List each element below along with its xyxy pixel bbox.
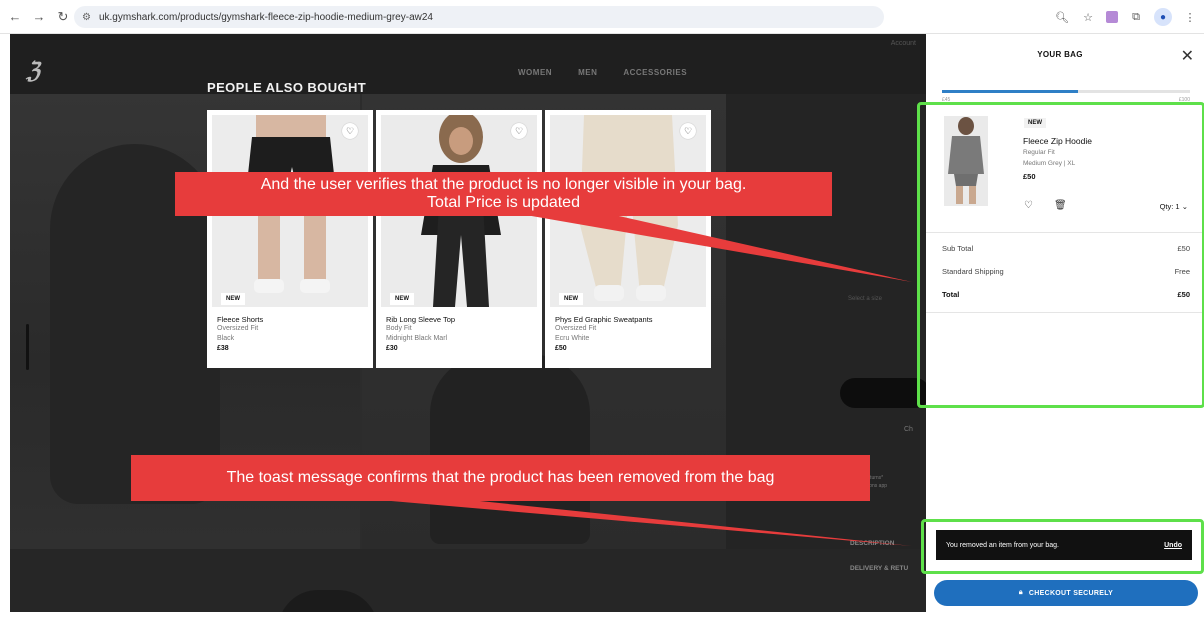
product-name[interactable]: Fleece Shorts — [217, 315, 263, 324]
close-icon[interactable]: ✕ — [1181, 46, 1194, 66]
callout-top-line1: And the user verifies that the product i… — [260, 176, 747, 193]
address-bar[interactable]: ⚙ uk.gymshark.com/products/gymshark-flee… — [74, 6, 884, 28]
browser-toolbar: ← → ↻ ⚙ uk.gymshark.com/products/gymshar… — [0, 0, 1204, 34]
highlight-toast — [921, 519, 1204, 574]
extensions-puzzle-icon[interactable]: ⧉ — [1128, 9, 1144, 25]
screen: ← → ↻ ⚙ uk.gymshark.com/products/gymshar… — [0, 0, 1204, 632]
delivery-returns-accordion[interactable]: DELIVERY & RETU — [850, 565, 908, 572]
callout-bottom: The toast message confirms that the prod… — [131, 455, 870, 501]
site-settings-icon[interactable]: ⚙ — [82, 12, 91, 23]
wishlist-heart-icon[interactable]: ♡ — [511, 123, 527, 139]
gallery-scroll-indicator[interactable] — [26, 324, 29, 370]
product-price: £50 — [555, 345, 567, 352]
page-left-gutter — [0, 34, 10, 612]
reload-icon[interactable]: ↻ — [54, 8, 72, 26]
page-lower-section — [10, 549, 926, 612]
product-fit: Oversized Fit — [217, 325, 259, 332]
forward-icon[interactable]: → — [30, 8, 48, 26]
nav-men[interactable]: MEN — [578, 68, 597, 77]
product-price: £30 — [386, 345, 398, 352]
product-name[interactable]: Rib Long Sleeve Top — [386, 315, 455, 324]
product-fit: Body Fit — [386, 325, 412, 332]
nav-accessories[interactable]: ACCESSORIES — [623, 68, 687, 77]
free-shipping-progress — [942, 90, 1190, 93]
zoom-icon[interactable]: 🔍︎ — [1054, 9, 1070, 25]
product-card-rib-long-sleeve-top[interactable]: ♡ NEW Rib Long Sleeve Top Body Fit Midni… — [376, 110, 542, 368]
free-shipping-progress-fill — [942, 90, 1079, 93]
product-card-phys-ed-sweatpants[interactable]: ♡ NEW Phys Ed Graphic Sweatpants Oversiz… — [545, 110, 711, 368]
people-also-bought-title: PEOPLE ALSO BOUGHT — [207, 80, 367, 95]
model-figure-secondary — [430, 354, 590, 544]
gymshark-logo-icon[interactable]: ℨ — [25, 58, 45, 84]
checkout-securely-button[interactable]: 🔒︎ CHECKOUT SECURELY — [934, 580, 1198, 606]
profile-avatar-icon[interactable]: ● — [1154, 8, 1172, 26]
account-link[interactable]: Account — [891, 40, 916, 47]
site-nav: WOMEN MEN ACCESSORIES — [518, 68, 687, 77]
new-badge: NEW — [390, 293, 414, 305]
checkout-hint-text: Ch — [904, 426, 913, 433]
product-color: Ecru White — [555, 335, 590, 342]
back-icon[interactable]: ← — [6, 8, 24, 26]
callout-top-line2: Total Price is updated — [427, 194, 580, 211]
extension-icon[interactable] — [1106, 11, 1118, 23]
product-price: £38 — [217, 345, 229, 352]
url-text: uk.gymshark.com/products/gymshark-fleece… — [98, 11, 433, 23]
site-header: ℨ WOMEN MEN ACCESSORIES Account — [10, 34, 926, 94]
nav-women[interactable]: WOMEN — [518, 68, 552, 77]
select-size-label: Select a size — [848, 296, 883, 302]
product-color: Midnight Black Marl — [386, 335, 448, 342]
product-card-fleece-shorts[interactable]: ♡ NEW Fleece Shorts Oversized Fit Black … — [207, 110, 373, 368]
more-menu-icon[interactable]: ⋮ — [1182, 9, 1198, 25]
callout-bottom-text: The toast message confirms that the prod… — [226, 469, 775, 486]
wishlist-heart-icon[interactable]: ♡ — [342, 123, 358, 139]
callout-top: And the user verifies that the product i… — [175, 172, 832, 216]
lock-icon: 🔒︎ — [1018, 589, 1023, 596]
product-color: Black — [217, 335, 235, 342]
product-name[interactable]: Phys Ed Graphic Sweatpants — [555, 315, 653, 324]
new-badge: NEW — [559, 293, 583, 305]
bookmark-star-icon[interactable]: ☆ — [1080, 9, 1096, 25]
description-accordion[interactable]: DESCRIPTION — [850, 540, 894, 547]
checkout-label: CHECKOUT SECURELY — [1028, 589, 1114, 597]
new-badge: NEW — [221, 293, 245, 305]
product-fit: Oversized Fit — [555, 325, 597, 332]
highlight-bag-summary — [917, 102, 1204, 408]
wishlist-heart-icon[interactable]: ♡ — [680, 123, 696, 139]
bag-title: YOUR BAG — [1037, 50, 1083, 59]
